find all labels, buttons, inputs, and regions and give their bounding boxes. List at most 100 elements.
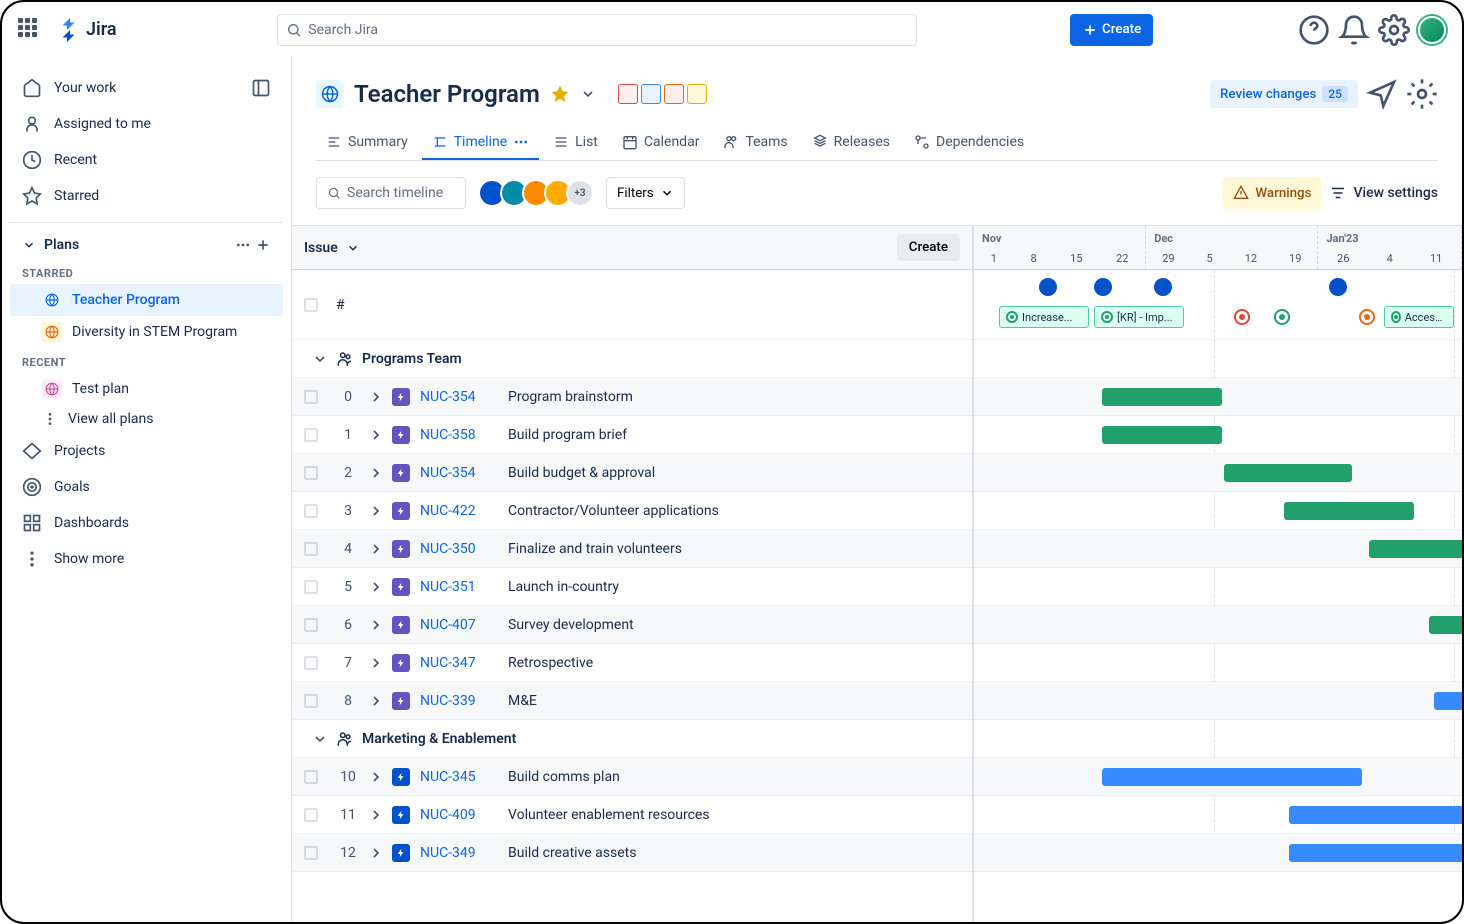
milestone-dot[interactable] xyxy=(1154,278,1172,296)
issue-column-header[interactable]: Issue xyxy=(304,240,360,256)
tab-releases[interactable]: Releases xyxy=(802,126,900,160)
gantt-bar[interactable] xyxy=(1224,464,1352,482)
nav-projects[interactable]: Projects xyxy=(10,433,283,469)
issue-row[interactable]: 10NUC-345Build comms plan xyxy=(292,758,972,796)
expand-icon[interactable] xyxy=(368,465,384,481)
group-header[interactable]: Marketing & Enablement xyxy=(292,720,972,758)
gantt-bar[interactable] xyxy=(1429,616,1462,634)
sidebar-collapse-icon[interactable] xyxy=(251,78,271,98)
issue-checkbox[interactable] xyxy=(304,542,318,556)
goal-target-icon[interactable] xyxy=(1274,309,1290,325)
plan-item[interactable]: Test plan xyxy=(10,373,283,405)
expand-icon[interactable] xyxy=(368,617,384,633)
issue-checkbox[interactable] xyxy=(304,770,318,784)
expand-icon[interactable] xyxy=(368,427,384,443)
filters-button[interactable]: Filters xyxy=(606,177,685,209)
jira-logo[interactable]: Jira xyxy=(58,18,117,42)
expand-icon[interactable] xyxy=(368,769,384,785)
app-switcher-icon[interactable] xyxy=(18,18,42,42)
issue-checkbox[interactable] xyxy=(304,808,318,822)
issue-row[interactable]: 0NUC-354Program brainstorm xyxy=(292,378,972,416)
expand-icon[interactable] xyxy=(368,845,384,861)
assignee-avatars[interactable]: +3 xyxy=(478,179,594,207)
tab-summary[interactable]: Summary xyxy=(316,126,418,160)
issue-row[interactable]: 11NUC-409Volunteer enablement resources xyxy=(292,796,972,834)
nav-recent[interactable]: Recent xyxy=(10,142,283,178)
gantt-bar[interactable] xyxy=(1284,502,1414,520)
issue-row[interactable]: 6NUC-407Survey development xyxy=(292,606,972,644)
issue-key[interactable]: NUC-345 xyxy=(420,769,490,785)
view-settings-button[interactable]: View settings xyxy=(1329,184,1438,202)
search-timeline-input[interactable]: Search timeline xyxy=(316,177,466,209)
expand-icon[interactable] xyxy=(368,541,384,557)
plan-item[interactable]: Teacher Program xyxy=(10,284,283,316)
issue-key[interactable]: NUC-358 xyxy=(420,427,490,443)
add-plan-icon[interactable] xyxy=(255,237,271,253)
plan-item[interactable]: Diversity in STEM Program xyxy=(10,316,283,348)
create-button[interactable]: Create xyxy=(1070,14,1153,46)
expand-icon[interactable] xyxy=(368,503,384,519)
more-icon[interactable] xyxy=(235,237,251,253)
issue-row[interactable]: 1NUC-358Build program brief xyxy=(292,416,972,454)
expand-icon[interactable] xyxy=(368,655,384,671)
select-all-checkbox[interactable] xyxy=(304,298,318,312)
view-all-plans[interactable]: View all plans xyxy=(10,405,283,433)
issue-row[interactable]: 12NUC-349Build creative assets xyxy=(292,834,972,872)
nav-starred[interactable]: Starred xyxy=(10,178,283,214)
issue-checkbox[interactable] xyxy=(304,390,318,404)
global-search[interactable]: Search Jira xyxy=(277,14,917,46)
issue-checkbox[interactable] xyxy=(304,846,318,860)
issue-checkbox[interactable] xyxy=(304,504,318,518)
tab-dependencies[interactable]: Dependencies xyxy=(904,126,1034,160)
notifications-icon[interactable] xyxy=(1338,14,1370,46)
tab-calendar[interactable]: Calendar xyxy=(612,126,710,160)
issue-row[interactable]: 7NUC-347Retrospective xyxy=(292,644,972,682)
review-changes-button[interactable]: Review changes 25 xyxy=(1210,80,1358,108)
goal-pill[interactable]: Accessibil... xyxy=(1384,306,1454,328)
issue-checkbox[interactable] xyxy=(304,656,318,670)
gantt-bar[interactable] xyxy=(1369,540,1462,558)
star-icon[interactable] xyxy=(550,84,570,104)
page-settings-icon[interactable] xyxy=(1406,78,1438,110)
goal-target-icon[interactable] xyxy=(1359,309,1375,325)
issue-row[interactable]: 4NUC-350Finalize and train volunteers xyxy=(292,530,972,568)
tab-timeline[interactable]: Timeline xyxy=(422,126,539,160)
goal-target-icon[interactable] xyxy=(1234,309,1250,325)
issue-checkbox[interactable] xyxy=(304,428,318,442)
expand-icon[interactable] xyxy=(368,693,384,709)
issue-checkbox[interactable] xyxy=(304,580,318,594)
milestone-dot[interactable] xyxy=(1039,278,1057,296)
group-header[interactable]: Programs Team xyxy=(292,340,972,378)
tab-teams[interactable]: Teams xyxy=(713,126,797,160)
issue-row[interactable]: 5NUC-351Launch in-country xyxy=(292,568,972,606)
nav-goals[interactable]: Goals xyxy=(10,469,283,505)
feedback-icon[interactable] xyxy=(1366,78,1398,110)
issue-row[interactable]: 3NUC-422Contractor/Volunteer application… xyxy=(292,492,972,530)
help-icon[interactable] xyxy=(1298,14,1330,46)
issue-key[interactable]: NUC-354 xyxy=(420,389,490,405)
issue-key[interactable]: NUC-351 xyxy=(420,579,490,595)
milestone-dot[interactable] xyxy=(1094,278,1112,296)
expand-icon[interactable] xyxy=(368,389,384,405)
nav-assigned[interactable]: Assigned to me xyxy=(10,106,283,142)
expand-icon[interactable] xyxy=(368,579,384,595)
gantt-bar[interactable] xyxy=(1289,806,1462,824)
issue-row[interactable]: 8NUC-339M&E xyxy=(292,682,972,720)
gantt-bar[interactable] xyxy=(1102,388,1222,406)
issue-key[interactable]: NUC-407 xyxy=(420,617,490,633)
gantt-bar[interactable] xyxy=(1102,426,1222,444)
issue-key[interactable]: NUC-354 xyxy=(420,465,490,481)
issue-key[interactable]: NUC-409 xyxy=(420,807,490,823)
issue-key[interactable]: NUC-422 xyxy=(420,503,490,519)
gantt-bar[interactable] xyxy=(1102,768,1362,786)
issue-key[interactable]: NUC-350 xyxy=(420,541,490,557)
nav-dashboards[interactable]: Dashboards xyxy=(10,505,283,541)
chevron-down-icon[interactable] xyxy=(580,86,596,102)
expand-icon[interactable] xyxy=(368,807,384,823)
settings-icon[interactable] xyxy=(1378,14,1410,46)
user-avatar[interactable] xyxy=(1418,16,1446,44)
issue-row[interactable]: 2NUC-354Build budget & approval xyxy=(292,454,972,492)
gantt-bar[interactable] xyxy=(1434,692,1462,710)
plans-section[interactable]: Plans xyxy=(10,231,283,259)
nav-showmore[interactable]: Show more xyxy=(10,541,283,577)
